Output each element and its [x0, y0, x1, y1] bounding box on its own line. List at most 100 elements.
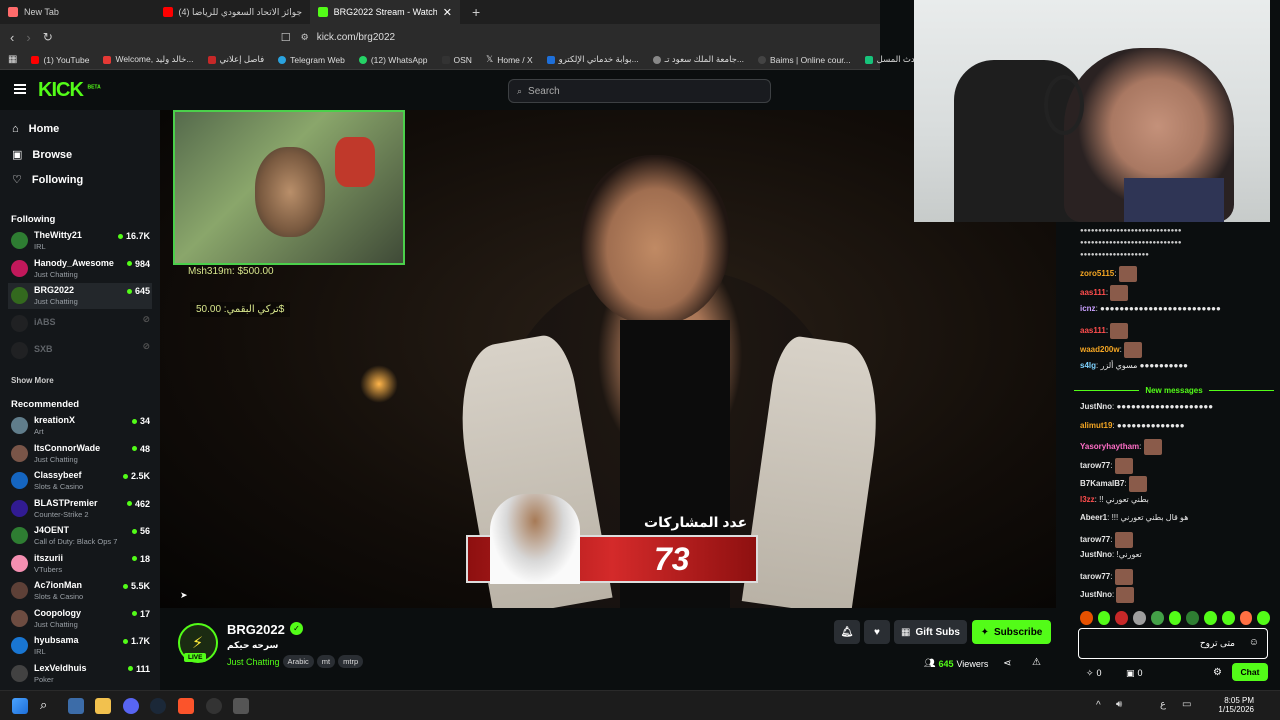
notification-bell-button[interactable]: 🔔︎	[834, 620, 860, 644]
sidebar-channel-sxb[interactable]: SXB ⊘	[8, 338, 152, 364]
close-tab-icon[interactable]: ✕	[443, 6, 452, 19]
emote-icon[interactable]	[1080, 611, 1093, 625]
clock[interactable]: 8:05 PM 1/15/2026	[1218, 696, 1254, 714]
bookmark-welcome[interactable]: Welcome, خالد وليد...	[103, 54, 194, 65]
emoji-picker-icon[interactable]: ☺	[1249, 637, 1259, 648]
chat-username[interactable]: aas111	[1080, 288, 1106, 297]
chat-username[interactable]: tarow77	[1080, 461, 1110, 470]
points-counter[interactable]: ✧ 0	[1086, 668, 1102, 679]
reload-icon[interactable]: ↻	[43, 30, 53, 44]
bookmark-fasel[interactable]: فاصل إعلاني	[207, 54, 264, 65]
tag-mtrp[interactable]: mtrp	[338, 655, 364, 668]
browser-tab-youtube[interactable]: (4) حفل جوائز الاتحاد السعودي للرياضا...	[155, 0, 310, 24]
bookmark-youtube[interactable]: (1) YouTube	[31, 55, 89, 65]
chat-username[interactable]: l3zz	[1080, 495, 1095, 504]
bookmark-ksu[interactable]: جامعة الملك سعود تـ...	[652, 54, 744, 65]
apps-grid-icon[interactable]: ▦	[8, 54, 17, 65]
file-explorer-icon[interactable]	[95, 698, 111, 714]
emote-icon[interactable]	[1186, 611, 1200, 625]
sidebar-channel-itszurii[interactable]: itszurii VTubers 18	[8, 551, 152, 577]
network-icon[interactable]: ▭	[1182, 699, 1191, 710]
search-taskbar-icon[interactable]: ⌕	[40, 697, 47, 713]
brave-browser-icon[interactable]	[178, 698, 194, 714]
tray-chevron-icon[interactable]: ^	[1096, 700, 1101, 711]
emote-icon[interactable]	[1204, 611, 1217, 625]
sidebar-channel-brg2022[interactable]: BRG2022 Just Chatting 645	[8, 283, 152, 309]
emote-icon[interactable]	[1257, 611, 1271, 625]
chat-username[interactable]: Yasoryhaytham	[1080, 442, 1139, 451]
chat-username[interactable]: Abeer1	[1080, 513, 1107, 522]
bookmark-osn[interactable]: OSN	[441, 55, 472, 65]
hamburger-menu-icon[interactable]	[14, 84, 26, 94]
chat-username[interactable]: icnz	[1080, 304, 1096, 313]
sidebar-channel-thewitty21[interactable]: TheWitty21 IRL 16.7K	[8, 228, 152, 254]
follow-heart-button[interactable]: ♥	[864, 620, 890, 644]
gifts-counter[interactable]: ▣ 0	[1126, 668, 1143, 679]
send-chat-button[interactable]: Chat	[1232, 663, 1268, 681]
browser-tab-kick[interactable]: BRG2022 Stream - Watch Live ✕	[310, 0, 460, 24]
chat-username[interactable]: JustNno	[1080, 402, 1112, 411]
new-tab-button[interactable]: +	[460, 4, 480, 20]
subscribe-button[interactable]: ✦ Subscribe	[972, 620, 1051, 644]
discord-icon[interactable]	[123, 698, 139, 714]
chat-username[interactable]: tarow77	[1080, 535, 1110, 544]
url-field[interactable]: kick.com/brg2022	[317, 32, 395, 43]
kick-logo[interactable]: KICK BETA	[38, 79, 101, 102]
emote-icon[interactable]	[1150, 611, 1164, 625]
emote-icon[interactable]	[1168, 611, 1182, 625]
forward-arrow-icon[interactable]: ›	[26, 30, 30, 45]
nav-following[interactable]: ♡ Following	[12, 173, 83, 187]
task-view-icon[interactable]	[68, 698, 84, 714]
tag-mt[interactable]: mt	[316, 655, 336, 668]
chat-username[interactable]: s4lg	[1080, 361, 1096, 370]
chat-username[interactable]: aas111	[1080, 326, 1106, 335]
show-more-link[interactable]: Show More	[11, 376, 54, 385]
tag-arabic[interactable]: Arabic	[282, 655, 314, 668]
nav-home[interactable]: ⌂ Home	[12, 123, 59, 135]
sidebar-channel-ac7ionman[interactable]: Ac7ionMan Slots & Casino 5.5K	[8, 578, 152, 604]
emote-icon[interactable]	[1239, 611, 1253, 625]
channel-name[interactable]: BRG2022	[227, 622, 285, 637]
bookmark-x[interactable]: 𝕏 Home / X	[486, 54, 533, 65]
steam-icon[interactable]	[150, 698, 166, 714]
speaker-icon[interactable]: 🔊︎	[1116, 699, 1122, 710]
sidebar-channel-blastpremier[interactable]: BLASTPremier Counter-Strike 2 462	[8, 496, 152, 522]
browser-tab-newtab[interactable]: New Tab	[0, 0, 155, 24]
sidebar-channel-hyubsama[interactable]: hyubsama IRL 1.7K	[8, 633, 152, 659]
bookmark-star-icon[interactable]: ☐	[281, 31, 291, 44]
emote-icon[interactable]	[1097, 611, 1111, 625]
chat-username[interactable]: B7KamalB7	[1080, 479, 1124, 488]
bookmark-telegram[interactable]: Telegram Web	[278, 55, 345, 65]
emote-icon[interactable]	[1133, 611, 1146, 625]
windows-start-icon[interactable]	[12, 698, 28, 714]
chat-username[interactable]: zoro5115	[1080, 269, 1114, 278]
sidebar-channel-hanody_awesome[interactable]: Hanody_Awesome Just Chatting 984	[8, 256, 152, 282]
site-info-icon[interactable]: ⚙	[301, 32, 309, 43]
chat-username[interactable]: tarow77	[1080, 572, 1110, 581]
sidebar-channel-j4oent[interactable]: J4OENT Call of Duty: Black Ops 7 56	[8, 523, 152, 549]
sidebar-channel-iabs[interactable]: iABS ⊘	[8, 311, 152, 337]
bookmark-whatsapp[interactable]: (12) WhatsApp	[358, 55, 428, 65]
stream-category[interactable]: Just Chatting	[227, 657, 280, 667]
chat-input[interactable]: متى تروح ☺	[1078, 628, 1268, 659]
report-icon[interactable]: ⚠	[1032, 657, 1041, 668]
chat-username[interactable]: waad200w	[1080, 345, 1120, 354]
nav-browse[interactable]: ▣ Browse	[12, 148, 72, 162]
sidebar-channel-lexveldhuis[interactable]: LexVeldhuis Poker 111	[8, 661, 152, 687]
sidebar-channel-coopology[interactable]: Coopology Just Chatting 17	[8, 606, 152, 632]
emote-icon[interactable]	[1115, 611, 1129, 625]
gift-subs-button[interactable]: ▦ Gift Subs	[894, 620, 967, 644]
sidebar-channel-classybeef[interactable]: Classybeef Slots & Casino 2.5K	[8, 468, 152, 494]
chat-username[interactable]: alimut19	[1080, 421, 1112, 430]
sidebar-channel-itsconnorwade[interactable]: ItsConnorWade Just Chatting 48	[8, 441, 152, 467]
keyboard-language[interactable]: ع	[1160, 699, 1166, 710]
app-icon[interactable]	[233, 698, 249, 714]
bookmark-portal[interactable]: بوابة خدماتي الإلكترو...	[546, 54, 639, 65]
chat-settings-icon[interactable]: ⚙	[1213, 667, 1222, 678]
share-icon[interactable]: ⋖	[1003, 658, 1011, 669]
emote-icon[interactable]	[1221, 611, 1235, 625]
sidebar-channel-kreationx[interactable]: kreationX Art 34	[8, 413, 152, 439]
settings-app-icon[interactable]	[206, 698, 222, 714]
chat-username[interactable]: JustNno	[1080, 590, 1112, 599]
back-arrow-icon[interactable]: ‹	[10, 30, 14, 45]
